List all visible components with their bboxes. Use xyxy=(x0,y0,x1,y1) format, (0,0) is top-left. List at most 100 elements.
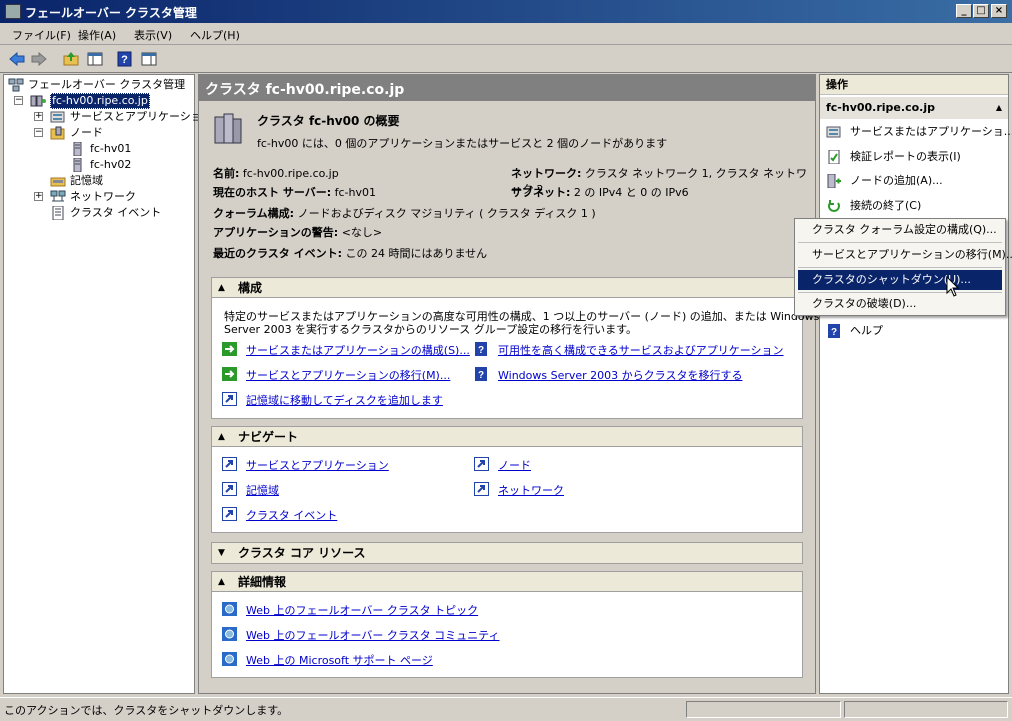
svg-text:?: ? xyxy=(831,327,837,338)
cluster-summary-icon xyxy=(213,111,243,145)
menu-view[interactable]: 表示(V) xyxy=(134,27,172,43)
configure-icon xyxy=(826,125,842,139)
svg-text:?: ? xyxy=(478,370,484,381)
shortcut-icon xyxy=(222,507,237,521)
tree-item-node1[interactable]: fc-hv01 xyxy=(8,141,194,157)
expand-arrow-icon: ▼ xyxy=(218,548,225,558)
mouse-cursor-icon xyxy=(946,275,960,298)
actions-title: 操作 xyxy=(820,75,1008,95)
center-pane: クラスタ fc-hv00.ripe.co.jp クラスタ fc-hv00 の概要… xyxy=(198,74,819,694)
config-section-header[interactable]: ▲ 構成 xyxy=(212,278,802,298)
storage-icon xyxy=(50,174,66,188)
expand-icon[interactable]: + xyxy=(34,112,43,121)
navigate-section-header[interactable]: ▲ ナビゲート xyxy=(212,427,802,447)
menu-item-migrate-services[interactable]: サービスとアプリケーションの移行(M)... xyxy=(798,245,1012,265)
help-icon[interactable]: ? xyxy=(116,51,134,67)
web-link-icon xyxy=(222,602,237,616)
action-help[interactable]: ? ヘルプ xyxy=(820,320,1008,342)
action-add-node[interactable]: ノードの追加(A)... xyxy=(820,170,1008,192)
nodes-folder-icon xyxy=(50,126,66,140)
shortcut-icon xyxy=(222,482,237,496)
nav-network-link[interactable]: ネットワーク xyxy=(498,482,564,498)
nav-storage-link[interactable]: 記憶域 xyxy=(246,482,279,498)
tree-item-services[interactable]: + サービスとアプリケーション xyxy=(8,109,213,125)
status-panel xyxy=(686,701,841,718)
center-header: クラスタ fc-hv00.ripe.co.jp xyxy=(199,75,815,101)
status-panel xyxy=(844,701,1008,718)
collapse-arrow-icon: ▲ xyxy=(995,103,1002,112)
nav-events-link[interactable]: クラスタ イベント xyxy=(246,507,337,523)
cluster-icon xyxy=(30,94,46,108)
go-arrow-icon xyxy=(222,367,237,381)
menu-item-destroy-cluster[interactable]: クラスタの破壊(D)... xyxy=(798,294,1002,314)
tree-item-node2[interactable]: fc-hv02 xyxy=(8,157,194,173)
details-section-header[interactable]: ▲ 詳細情報 xyxy=(212,572,802,592)
details-section: ▲ 詳細情報 Web 上のフェールオーバー クラスタ トピック Web 上のフェ… xyxy=(211,571,803,678)
warning-field: アプリケーションの警告: <なし> xyxy=(213,226,383,239)
menu-separator xyxy=(798,292,1002,293)
menu-help[interactable]: ヘルプ(H) xyxy=(190,27,240,43)
menu-action[interactable]: 操作(A) xyxy=(78,27,116,43)
menu-separator xyxy=(798,267,1002,268)
collapse-icon[interactable]: − xyxy=(14,96,23,105)
nav-services-link[interactable]: サービスとアプリケーション xyxy=(246,457,389,473)
config-desc-2: Server 2003 を実行するクラスタからのリソース グループ設定の移行を行… xyxy=(224,323,638,336)
collapse-arrow-icon: ▲ xyxy=(218,432,225,442)
web-support-link[interactable]: Web 上の Microsoft サポート ページ xyxy=(246,652,433,668)
action-view-report[interactable]: 検証レポートの表示(I) xyxy=(820,146,1008,168)
up-folder-icon[interactable] xyxy=(62,51,80,67)
action-configure-service[interactable]: サービスまたはアプリケーショ... xyxy=(820,121,1012,143)
disconnect-icon xyxy=(826,199,842,213)
menu-item-shutdown-cluster[interactable]: クラスタのシャットダウン(U)... xyxy=(798,270,1002,290)
web-topics-link[interactable]: Web 上のフェールオーバー クラスタ トピック xyxy=(246,602,478,618)
title-bar: フェールオーバー クラスタ管理 _ □ × xyxy=(0,0,1012,23)
minimize-button[interactable]: _ xyxy=(956,4,972,18)
summary-desc: fc-hv00 には、0 個のアプリケーションまたはサービスと 2 個のノードが… xyxy=(257,137,668,150)
maximize-button[interactable]: □ xyxy=(973,4,989,18)
collapse-arrow-icon: ▲ xyxy=(218,283,225,293)
status-bar: このアクションでは、クラスタをシャットダウンします。 xyxy=(0,697,1012,721)
svg-text:?: ? xyxy=(478,345,484,356)
nav-nodes-link[interactable]: ノード xyxy=(498,457,531,473)
action-pane-icon[interactable] xyxy=(140,51,158,67)
storage-add-disk-link[interactable]: 記憶域に移動してディスクを追加します xyxy=(246,392,443,408)
collapse-icon[interactable]: − xyxy=(34,128,43,137)
svg-text:?: ? xyxy=(121,54,128,66)
shortcut-icon xyxy=(474,457,489,471)
quorum-field: クォーラム構成: ノードおよびディスク マジョリティ ( クラスタ ディスク 1… xyxy=(213,207,596,220)
migrate-services-link[interactable]: サービスとアプリケーションの移行(M)... xyxy=(246,367,450,383)
tree-item-root[interactable]: フェールオーバー クラスタ管理 xyxy=(8,77,194,93)
core-resources-header[interactable]: ▼ クラスタ コア リソース xyxy=(212,543,802,563)
shortcut-icon xyxy=(222,457,237,471)
menu-file[interactable]: ファイル(F) xyxy=(12,27,71,43)
tree-item-nodes[interactable]: − ノード xyxy=(8,125,194,141)
migrate-2003-link[interactable]: Windows Server 2003 からクラスタを移行する xyxy=(498,367,742,383)
actions-cluster-header[interactable]: fc-hv00.ripe.co.jp ▲ xyxy=(820,97,1008,119)
show-tree-icon[interactable] xyxy=(86,51,104,67)
toolbar: ? xyxy=(0,46,1012,73)
tree-item-network[interactable]: + ネットワーク xyxy=(8,189,194,205)
center-header-title: クラスタ fc-hv00.ripe.co.jp xyxy=(205,82,405,98)
tree-item-cluster[interactable]: − fc-hv00.ripe.co.jp xyxy=(8,93,194,109)
services-icon xyxy=(50,110,66,124)
web-community-link[interactable]: Web 上のフェールオーバー クラスタ コミュニティ xyxy=(246,627,499,643)
configure-service-link[interactable]: サービスまたはアプリケーションの構成(S)... xyxy=(246,342,470,358)
go-arrow-icon xyxy=(222,342,237,356)
tree-item-events[interactable]: クラスタ イベント xyxy=(8,205,194,221)
expand-icon[interactable]: + xyxy=(34,192,43,201)
shortcut-icon xyxy=(222,392,237,406)
close-button[interactable]: × xyxy=(991,4,1007,18)
menu-separator xyxy=(798,242,1002,243)
tree-item-storage[interactable]: 記憶域 xyxy=(8,173,194,189)
help-topic-icon: ? xyxy=(474,342,489,356)
back-arrow-icon[interactable] xyxy=(8,51,26,67)
action-close-connection[interactable]: 接続の終了(C) xyxy=(820,195,1008,217)
menu-bar: ファイル(F) 操作(A) 表示(V) ヘルプ(H) xyxy=(0,23,1012,45)
navigate-section: ▲ ナビゲート サービスとアプリケーション 記憶域 クラスタ イベント ノード … xyxy=(211,426,803,533)
report-icon xyxy=(826,150,842,164)
server-icon xyxy=(70,158,86,172)
forward-arrow-icon[interactable] xyxy=(30,51,48,67)
ha-services-link[interactable]: 可用性を高く構成できるサービスおよびアプリケーション xyxy=(498,342,784,358)
menu-item-configure-quorum[interactable]: クラスタ クォーラム設定の構成(Q)... xyxy=(798,220,1002,240)
event-log-icon xyxy=(50,206,66,220)
